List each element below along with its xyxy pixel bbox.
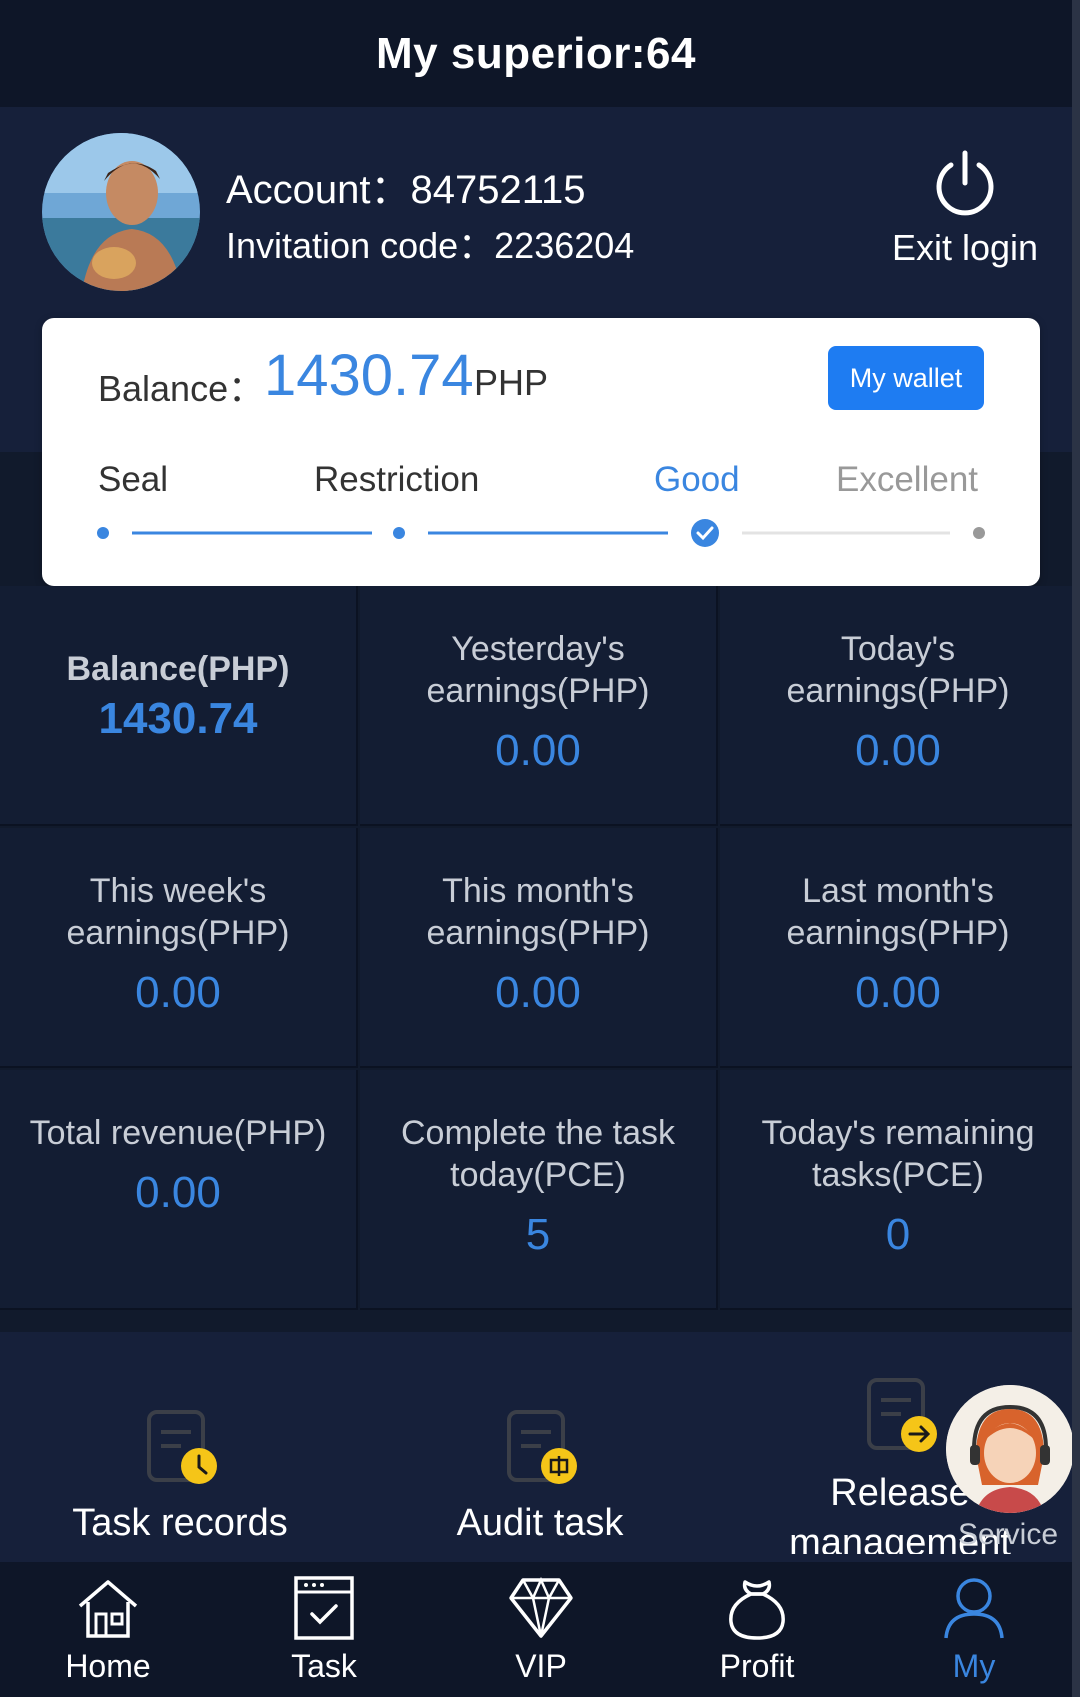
- stat-value: 0: [885, 1210, 911, 1259]
- level-excellent: Excellent: [836, 460, 979, 499]
- stat-balance: Balance(PHP) 1430.74: [0, 586, 358, 826]
- task-records-button[interactable]: Task records: [10, 1332, 350, 1545]
- stat-value: 0.00: [495, 726, 581, 775]
- stat-week-earnings: This week's earnings(PHP) 0.00: [0, 828, 358, 1068]
- credit-level-labels: Seal Restriction Good Excellent: [42, 460, 1040, 500]
- exit-login-label: Exit login: [891, 227, 1039, 268]
- bottom-tab-bar: Home Task VIP Profit My: [0, 1562, 1080, 1697]
- stat-label: Complete the task today(PCE): [400, 1114, 676, 1194]
- audit-task-icon: [507, 1410, 577, 1484]
- stat-today-earnings: Today's earnings(PHP) 0.00: [720, 586, 1078, 826]
- page-title: My superior:64: [376, 28, 696, 78]
- task-icon: [294, 1576, 354, 1640]
- scrollbar[interactable]: [1072, 0, 1080, 1697]
- audit-task-button[interactable]: Audit task: [370, 1332, 710, 1545]
- stat-label: Today's earnings(PHP): [786, 630, 1010, 710]
- stat-yesterday-earnings: Yesterday's earnings(PHP) 0.00: [360, 586, 718, 826]
- tab-vip[interactable]: VIP: [476, 1574, 606, 1685]
- home-icon: [78, 1580, 138, 1638]
- customer-service-button[interactable]: [946, 1385, 1074, 1513]
- tab-my[interactable]: My: [909, 1574, 1039, 1685]
- tab-home-label: Home: [65, 1648, 151, 1684]
- stat-label: Balance(PHP): [66, 650, 290, 688]
- service-label: Service: [958, 1518, 1059, 1551]
- credit-level-track: [97, 519, 985, 547]
- level-good: Good: [654, 460, 740, 499]
- stat-value: 0.00: [495, 968, 581, 1017]
- my-wallet-button[interactable]: My wallet: [828, 346, 984, 410]
- exit-login-button[interactable]: Exit login: [880, 149, 1050, 269]
- release-management-icon: [867, 1378, 937, 1452]
- balance-label: Balance：: [98, 368, 265, 409]
- stat-value: 0.00: [855, 726, 941, 775]
- stat-value: 1430.74: [98, 694, 258, 743]
- stat-value: 0.00: [135, 1168, 221, 1217]
- stat-remaining-tasks: Today's remaining tasks(PCE) 0: [720, 1070, 1078, 1310]
- tab-home[interactable]: Home: [43, 1574, 173, 1685]
- avatar[interactable]: [42, 133, 200, 291]
- stat-label: Last month's earnings(PHP): [786, 872, 1010, 952]
- stat-label: This week's earnings(PHP): [66, 872, 290, 952]
- tab-profit[interactable]: Profit: [692, 1574, 822, 1685]
- action-shortcuts: Task records Audit task Release manageme…: [0, 1332, 1072, 1562]
- balance-value: 1430.74: [264, 343, 474, 408]
- tab-vip-label: VIP: [515, 1648, 567, 1684]
- diamond-icon: [509, 1576, 573, 1638]
- task-records-label: Task records: [72, 1502, 288, 1544]
- user-icon: [944, 1578, 1004, 1639]
- stat-label: Today's remaining tasks(PCE): [761, 1114, 1035, 1194]
- tab-profit-label: Profit: [719, 1648, 795, 1684]
- balance-card: Balance： 1430.74 PHP My wallet Seal Rest…: [42, 318, 1040, 586]
- stats-grid: Balance(PHP) 1430.74 Yesterday's earning…: [0, 586, 1078, 1310]
- tab-task[interactable]: Task: [259, 1574, 389, 1685]
- stat-value: 0.00: [135, 968, 221, 1017]
- customer-service-agent-icon: [946, 1385, 1074, 1513]
- tab-task-label: Task: [291, 1648, 357, 1684]
- tab-my-label: My: [952, 1648, 996, 1684]
- stat-value: 5: [525, 1210, 551, 1259]
- stat-label: This month's earnings(PHP): [426, 872, 650, 952]
- stat-total-revenue: Total revenue(PHP) 0.00: [0, 1070, 358, 1310]
- top-bar: My superior:64: [0, 0, 1072, 107]
- stat-completed-tasks: Complete the task today(PCE) 5: [360, 1070, 718, 1310]
- audit-task-label: Audit task: [456, 1502, 624, 1544]
- stat-label: Total revenue(PHP): [29, 1114, 327, 1152]
- account-number: Account：84752115: [226, 168, 586, 212]
- balance-unit: PHP: [474, 362, 549, 403]
- stat-last-month-earnings: Last month's earnings(PHP) 0.00: [720, 828, 1078, 1068]
- money-bag-icon: [729, 1580, 785, 1640]
- level-restriction: Restriction: [314, 460, 480, 499]
- invitation-code: Invitation code：2236204: [226, 225, 635, 266]
- task-records-icon: [147, 1410, 217, 1484]
- stat-value: 0.00: [855, 968, 941, 1017]
- stat-label: Yesterday's earnings(PHP): [426, 630, 650, 710]
- power-icon: [936, 150, 994, 216]
- level-seal: Seal: [98, 460, 169, 499]
- stat-month-earnings: This month's earnings(PHP) 0.00: [360, 828, 718, 1068]
